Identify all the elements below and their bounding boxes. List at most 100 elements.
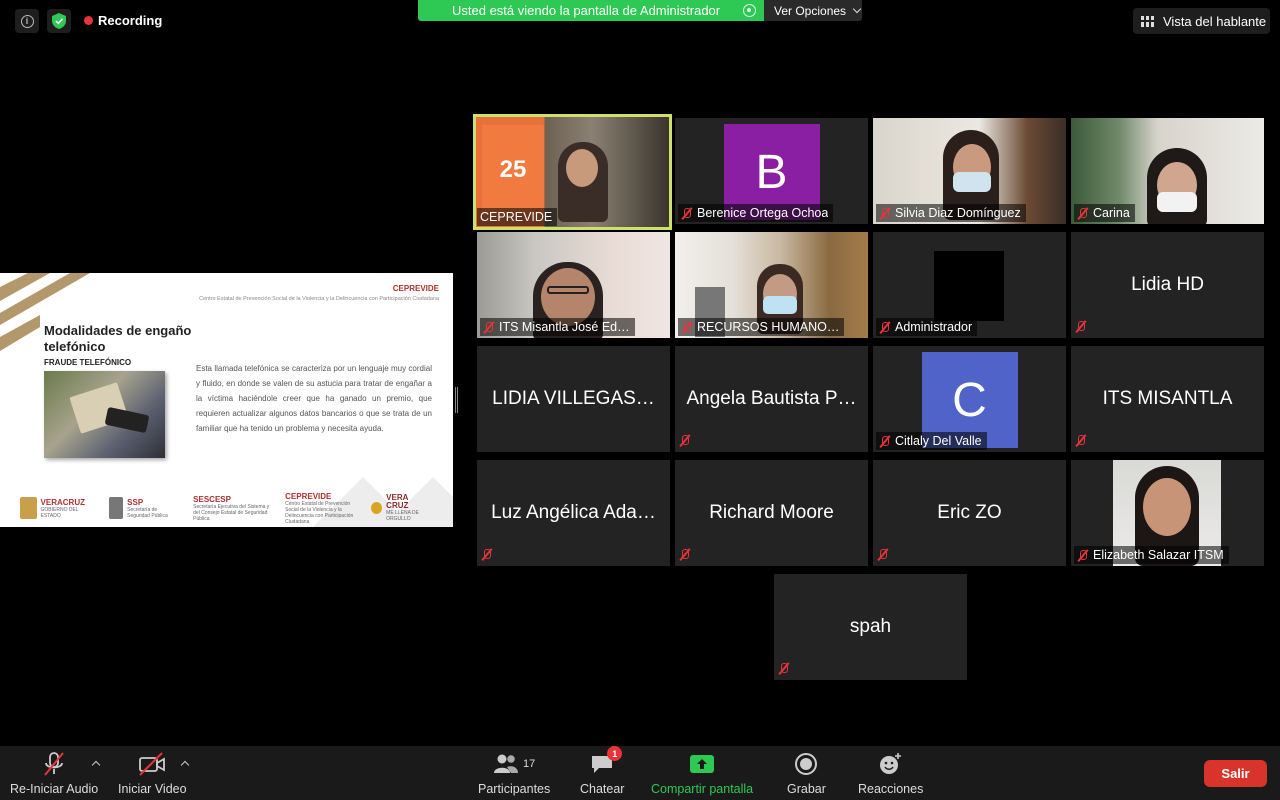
record-icon bbox=[795, 753, 818, 775]
camera-off-icon bbox=[139, 752, 166, 776]
grid-view-icon bbox=[1141, 15, 1154, 27]
mic-muted-icon bbox=[679, 434, 691, 447]
participant-name-tag: Citlaly Del Valle bbox=[876, 432, 987, 450]
view-options-button[interactable]: Ver Opciones bbox=[764, 0, 862, 21]
speaker-view-label: Vista del hablante bbox=[1163, 13, 1267, 29]
slide-org-name: CEPREVIDE bbox=[392, 284, 439, 293]
recording-label: Recording bbox=[98, 13, 163, 28]
leave-meeting-button[interactable]: Salir bbox=[1204, 760, 1267, 787]
shared-screen-slide: CEPREVIDE Centro Estatal de Prevención S… bbox=[0, 273, 453, 527]
mic-muted-icon bbox=[879, 207, 891, 220]
ssp-logo: SSP Secretaría de Seguridad Pública bbox=[109, 497, 179, 519]
mic-muted-icon bbox=[44, 752, 64, 776]
meeting-info-button[interactable]: i bbox=[15, 9, 39, 33]
participant-tile[interactable]: ITS Misantla José Ed… bbox=[477, 232, 670, 338]
participant-name-tag: Berenice Ortega Ochoa bbox=[678, 204, 834, 222]
participant-name-tag: Carina bbox=[1074, 204, 1135, 222]
chat-button-label: Chatear bbox=[580, 782, 625, 796]
participant-tile[interactable]: LIDIA VILLEGAS… bbox=[477, 346, 670, 452]
reactions-button[interactable]: Reacciones bbox=[858, 751, 923, 796]
participants-count: 17 bbox=[523, 758, 536, 770]
participant-name-tag: ITS Misantla José Ed… bbox=[480, 318, 635, 336]
mic-muted-icon bbox=[879, 321, 891, 334]
participants-button[interactable]: 17 Participantes bbox=[478, 751, 550, 796]
video-button[interactable]: Iniciar Video bbox=[118, 751, 187, 796]
smiley-plus-icon bbox=[879, 753, 901, 774]
speaker-view-button[interactable]: Vista del hablante bbox=[1133, 8, 1270, 34]
share-banner-text: Usted está viendo la pantalla de Adminis… bbox=[452, 3, 721, 18]
share-screen-icon bbox=[690, 755, 715, 773]
participant-tile[interactable]: Lidia HD bbox=[1071, 232, 1264, 338]
slide-photo bbox=[44, 371, 165, 458]
mic-muted-icon bbox=[778, 662, 790, 675]
sescesp-logo: SESCESP Secretaría Ejecutiva del Sistema… bbox=[193, 494, 270, 522]
participant-tile[interactable]: Carina bbox=[1071, 118, 1264, 224]
participant-tile[interactable]: B Berenice Ortega Ochoa bbox=[675, 118, 868, 224]
veracruz-orgullo-logo: VERA CRUZ ME LLENA DE ORGULLO bbox=[371, 494, 440, 522]
slide-subtitle: FRAUDE TELEFÓNICO bbox=[44, 358, 132, 367]
view-options-label: Ver Opciones bbox=[774, 3, 847, 18]
share-screen-button[interactable]: Compartir pantalla bbox=[651, 751, 753, 796]
participants-button-label: Participantes bbox=[478, 782, 551, 796]
participant-tile[interactable]: spah bbox=[774, 574, 967, 680]
chat-unread-badge: 1 bbox=[607, 746, 623, 761]
chevron-down-icon bbox=[852, 4, 862, 14]
slide-logo-strip: VERACRUZ GOBIERNO DEL ESTADO SSP Secreta… bbox=[20, 492, 440, 525]
participant-name-center: Richard Moore bbox=[709, 502, 834, 523]
participant-tile[interactable]: Luz Angélica Ada… bbox=[477, 460, 670, 566]
participant-tile-active-speaker[interactable]: 25 CEPREVIDE bbox=[473, 114, 672, 230]
slide-title: Modalidades de engaño telefónico bbox=[44, 323, 192, 354]
participant-tile[interactable]: RECURSOS HUMANO… bbox=[675, 232, 868, 338]
participant-name-center: LIDIA VILLEGAS… bbox=[492, 388, 655, 409]
shield-icon bbox=[52, 13, 66, 29]
participant-tile[interactable]: C Citlaly Del Valle bbox=[873, 346, 1066, 452]
meeting-toolbar: Re-Iniciar Audio Iniciar Video 17 Partic… bbox=[0, 746, 1280, 800]
participant-name-center: ITS MISANTLA bbox=[1102, 388, 1233, 409]
participant-tile[interactable]: Silvia Diaz Domínguez bbox=[873, 118, 1066, 224]
participant-name-center: Eric ZO bbox=[937, 502, 1002, 523]
slide-body-text: Esta llamada telefónica se caracteriza p… bbox=[196, 364, 432, 433]
participants-icon bbox=[494, 754, 518, 773]
chat-button[interactable]: 1 Chatear bbox=[580, 746, 625, 796]
panel-resize-handle[interactable] bbox=[455, 387, 458, 413]
participant-name-tag: Administrador bbox=[876, 318, 978, 336]
mic-muted-icon bbox=[1077, 207, 1089, 220]
reactions-button-label: Reacciones bbox=[858, 782, 924, 796]
screen-share-banner: Usted está viendo la pantalla de Adminis… bbox=[418, 0, 764, 21]
participant-name-center: Lidia HD bbox=[1131, 274, 1204, 295]
record-button-label: Grabar bbox=[787, 782, 826, 796]
mic-muted-icon bbox=[681, 321, 693, 334]
mic-muted-icon bbox=[483, 321, 495, 334]
participant-tile[interactable]: ITS MISANTLA bbox=[1071, 346, 1264, 452]
participant-name-center: spah bbox=[849, 616, 892, 637]
audio-button[interactable]: Re-Iniciar Audio bbox=[10, 751, 98, 796]
participant-tile[interactable]: Angela Bautista P… bbox=[675, 346, 868, 452]
participant-tile[interactable]: Administrador bbox=[873, 232, 1066, 338]
video-button-label: Iniciar Video bbox=[118, 782, 187, 796]
ceprevide-logo: CEPREVIDE Centro Estatal de Prevención S… bbox=[285, 491, 354, 525]
participant-name-tag: Silvia Diaz Domínguez bbox=[876, 204, 1026, 222]
veracruz-logo: VERACRUZ GOBIERNO DEL ESTADO bbox=[20, 497, 95, 519]
mic-muted-icon bbox=[681, 207, 693, 220]
mic-muted-icon bbox=[481, 548, 493, 561]
participant-tile[interactable]: Elizabeth Salazar ITSM bbox=[1071, 460, 1264, 566]
security-shield-button[interactable] bbox=[47, 9, 71, 33]
mic-muted-icon bbox=[1075, 320, 1087, 333]
share-screen-button-label: Compartir pantalla bbox=[651, 782, 754, 796]
participant-tile[interactable]: Richard Moore bbox=[675, 460, 868, 566]
participant-video-off bbox=[934, 251, 1004, 321]
mic-muted-icon bbox=[1077, 549, 1089, 562]
record-button[interactable]: Grabar bbox=[787, 751, 826, 796]
participant-name-center: Luz Angélica Ada… bbox=[491, 502, 656, 523]
recording-indicator[interactable]: Recording bbox=[84, 13, 162, 28]
mic-muted-icon bbox=[1075, 434, 1087, 447]
recording-dot-icon bbox=[84, 16, 93, 25]
participant-name-center: Angela Bautista P… bbox=[686, 388, 857, 409]
mic-muted-icon bbox=[877, 548, 889, 561]
participant-name-tag: CEPREVIDE bbox=[477, 208, 558, 226]
info-icon: i bbox=[20, 14, 34, 28]
slide-org-full-name: Centro Estatal de Prevención Social de l… bbox=[199, 296, 439, 302]
participant-tile[interactable]: Eric ZO bbox=[873, 460, 1066, 566]
participant-name-tag: RECURSOS HUMANO… bbox=[678, 318, 845, 336]
mic-muted-icon bbox=[679, 548, 691, 561]
